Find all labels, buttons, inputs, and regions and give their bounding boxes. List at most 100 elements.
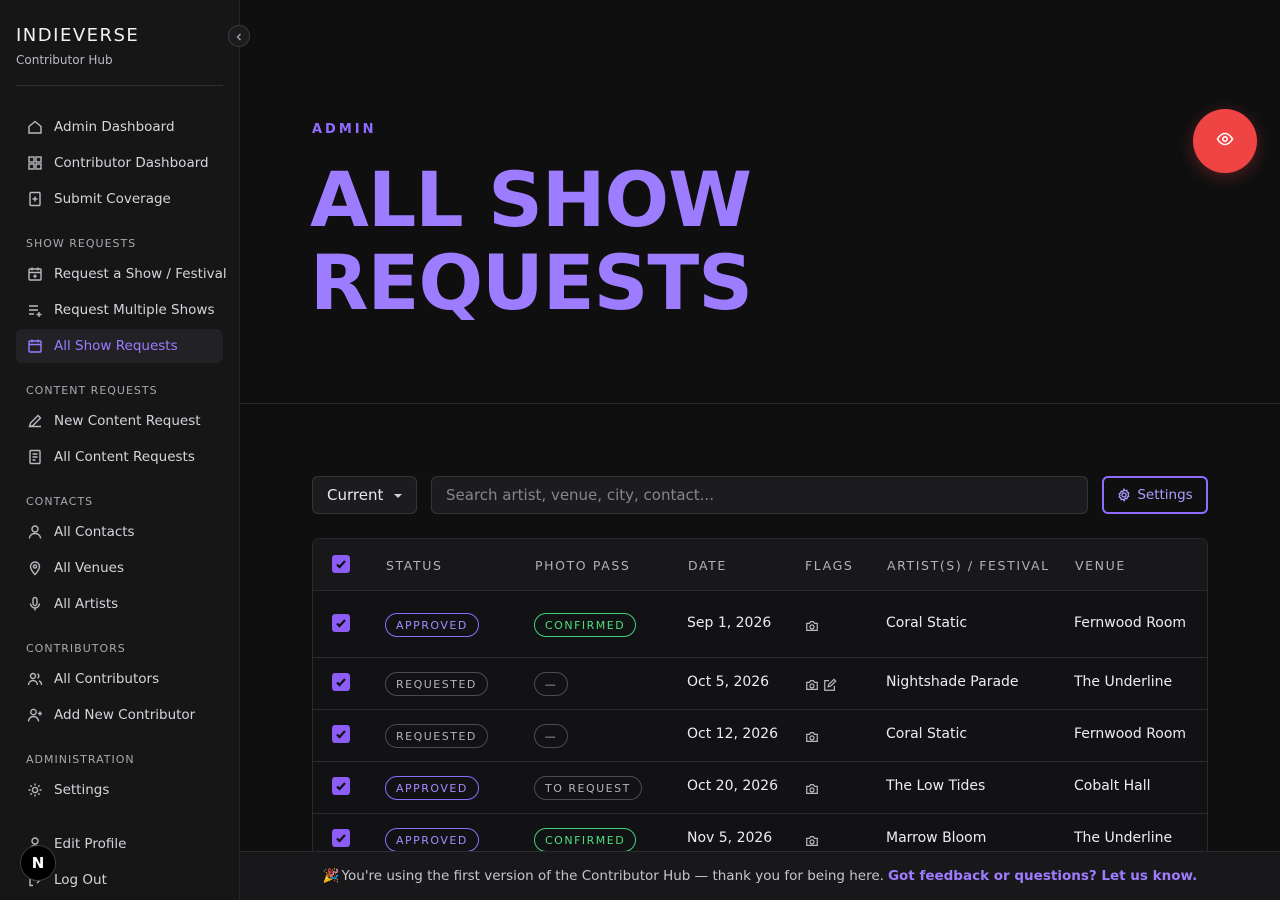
row-checkbox[interactable] bbox=[332, 777, 350, 795]
sidebar-item-label: Contributor Dashboard bbox=[54, 155, 209, 171]
mic-icon bbox=[26, 595, 44, 613]
venue-cell: Fernwood Room bbox=[1074, 726, 1187, 742]
venue-cell: The Underline bbox=[1074, 674, 1173, 690]
sidebar-item-all-content-requests[interactable]: All Content Requests bbox=[16, 440, 223, 474]
table-row[interactable]: REQUESTED — Oct 5, 2026 Nightshade Parad… bbox=[313, 658, 1207, 710]
column-header-venue[interactable]: VENUE bbox=[1075, 558, 1126, 573]
sidebar-item-label: New Content Request bbox=[54, 413, 201, 429]
column-header-artist[interactable]: ARTIST(S) / FESTIVAL bbox=[887, 558, 1050, 573]
flags-cell bbox=[805, 677, 837, 696]
artist-cell: Coral Static bbox=[886, 615, 968, 631]
gear-icon bbox=[1117, 488, 1131, 502]
calendar-plus-icon bbox=[26, 265, 44, 283]
users-icon bbox=[26, 670, 44, 688]
column-header-status[interactable]: STATUS bbox=[386, 558, 443, 573]
artist-cell: The Low Tides bbox=[886, 778, 986, 794]
sidebar-item-label: All Artists bbox=[54, 596, 119, 612]
status-badge: APPROVED bbox=[385, 828, 479, 852]
nav-section-administration: ADMINISTRATION bbox=[26, 753, 135, 766]
sidebar-item-label: Admin Dashboard bbox=[54, 119, 175, 135]
nav-section-contacts: CONTACTS bbox=[26, 495, 94, 508]
page-title-line-1: ALL SHOW bbox=[310, 155, 752, 244]
edit-icon bbox=[823, 677, 837, 696]
page-title-line-2: REQUESTS bbox=[310, 238, 753, 327]
sidebar-item-label: All Contacts bbox=[54, 524, 135, 540]
filter-select[interactable]: Current bbox=[312, 476, 417, 514]
table-header: STATUS PHOTO PASS DATE FLAGS ARTIST(S) /… bbox=[313, 539, 1207, 591]
sidebar-item-contributor-dashboard[interactable]: Contributor Dashboard bbox=[16, 146, 223, 180]
photo-pass-badge: — bbox=[534, 672, 568, 696]
nav-section-show-requests: SHOW REQUESTS bbox=[26, 237, 137, 250]
preview-button[interactable] bbox=[1193, 109, 1257, 173]
list-plus-icon bbox=[26, 301, 44, 319]
status-badge: APPROVED bbox=[385, 613, 479, 637]
sidebar-item-label: Settings bbox=[54, 782, 110, 798]
nav-section-content-requests: CONTENT REQUESTS bbox=[26, 384, 158, 397]
sidebar-item-all-venues[interactable]: All Venues bbox=[16, 551, 223, 585]
row-checkbox[interactable] bbox=[332, 829, 350, 847]
table-row[interactable]: REQUESTED — Oct 12, 2026 Coral Static Fe… bbox=[313, 710, 1207, 762]
sidebar-item-new-content-request[interactable]: New Content Request bbox=[16, 404, 223, 438]
artist-cell: Nightshade Parade bbox=[886, 674, 1019, 690]
photo-pass-badge: — bbox=[534, 724, 568, 748]
camera-icon bbox=[805, 618, 819, 637]
sidebar-item-settings[interactable]: Settings bbox=[16, 773, 223, 807]
sidebar-item-label: Submit Coverage bbox=[54, 191, 171, 207]
sidebar-item-request-show[interactable]: Request a Show / Festival bbox=[16, 257, 227, 291]
feedback-link[interactable]: Got feedback or questions? Let us know. bbox=[888, 868, 1197, 884]
divider bbox=[16, 85, 223, 86]
party-icon: 🎉 bbox=[322, 868, 340, 884]
sidebar-item-all-contacts[interactable]: All Contacts bbox=[16, 515, 223, 549]
artist-cell: Coral Static bbox=[886, 726, 968, 742]
select-all-checkbox[interactable] bbox=[332, 555, 350, 573]
table-row[interactable]: APPROVED CONFIRMED Sep 1, 2026 Coral Sta… bbox=[313, 591, 1207, 658]
sidebar-item-label: All Content Requests bbox=[54, 449, 195, 465]
row-checkbox[interactable] bbox=[332, 725, 350, 743]
sidebar-item-label: Request Multiple Shows bbox=[54, 302, 215, 318]
sidebar-item-submit-coverage[interactable]: Submit Coverage bbox=[16, 182, 223, 216]
file-plus-icon bbox=[26, 190, 44, 208]
sidebar-item-all-artists[interactable]: All Artists bbox=[16, 587, 223, 621]
eye-icon bbox=[1216, 130, 1234, 152]
banner-text: You're using the first version of the Co… bbox=[341, 868, 884, 884]
camera-icon bbox=[805, 677, 819, 696]
camera-icon bbox=[805, 833, 819, 852]
brand-title: INDIEVERSE bbox=[16, 25, 140, 46]
sidebar-item-all-show-requests[interactable]: All Show Requests bbox=[16, 329, 223, 363]
sidebar-item-admin-dashboard[interactable]: Admin Dashboard bbox=[16, 110, 223, 144]
filter-select-value: Current bbox=[327, 486, 384, 504]
user-icon bbox=[26, 523, 44, 541]
flags-cell bbox=[805, 618, 819, 637]
sidebar-item-label: All Contributors bbox=[54, 671, 160, 687]
page-title: ALL SHOW REQUESTS bbox=[310, 158, 1010, 324]
sidebar-item-add-contributor[interactable]: Add New Contributor bbox=[16, 698, 223, 732]
row-checkbox[interactable] bbox=[332, 614, 350, 632]
document-icon bbox=[26, 448, 44, 466]
chevron-left-icon bbox=[234, 27, 244, 46]
page-eyebrow: ADMIN bbox=[312, 122, 377, 137]
nav-section-contributors: CONTRIBUTORS bbox=[26, 642, 126, 655]
row-checkbox[interactable] bbox=[332, 673, 350, 691]
feedback-banner: 🎉 You're using the first version of the … bbox=[240, 851, 1280, 900]
settings-button[interactable]: Settings bbox=[1102, 476, 1208, 514]
column-header-flags[interactable]: FLAGS bbox=[805, 558, 853, 573]
table-row[interactable]: APPROVED TO REQUEST Oct 20, 2026 The Low… bbox=[313, 762, 1207, 814]
caret-down-icon bbox=[394, 494, 402, 498]
map-pin-icon bbox=[26, 559, 44, 577]
date-cell: Sep 1, 2026 bbox=[687, 615, 772, 631]
brand: INDIEVERSE Contributor Hub bbox=[16, 24, 139, 68]
column-header-date[interactable]: DATE bbox=[688, 558, 727, 573]
flags-cell bbox=[805, 729, 819, 748]
status-badge: APPROVED bbox=[385, 776, 479, 800]
venue-cell: Cobalt Hall bbox=[1074, 778, 1151, 794]
column-header-photo-pass[interactable]: PHOTO PASS bbox=[535, 558, 630, 573]
date-cell: Oct 12, 2026 bbox=[687, 726, 778, 742]
collapse-sidebar-button[interactable] bbox=[228, 25, 250, 47]
next-badge[interactable]: N bbox=[20, 845, 56, 881]
sidebar-item-request-multiple[interactable]: Request Multiple Shows bbox=[16, 293, 223, 327]
sidebar-item-all-contributors[interactable]: All Contributors bbox=[16, 662, 223, 696]
pen-icon bbox=[26, 412, 44, 430]
status-badge: REQUESTED bbox=[385, 724, 488, 748]
settings-button-label: Settings bbox=[1137, 487, 1193, 503]
search-input[interactable] bbox=[431, 476, 1088, 514]
